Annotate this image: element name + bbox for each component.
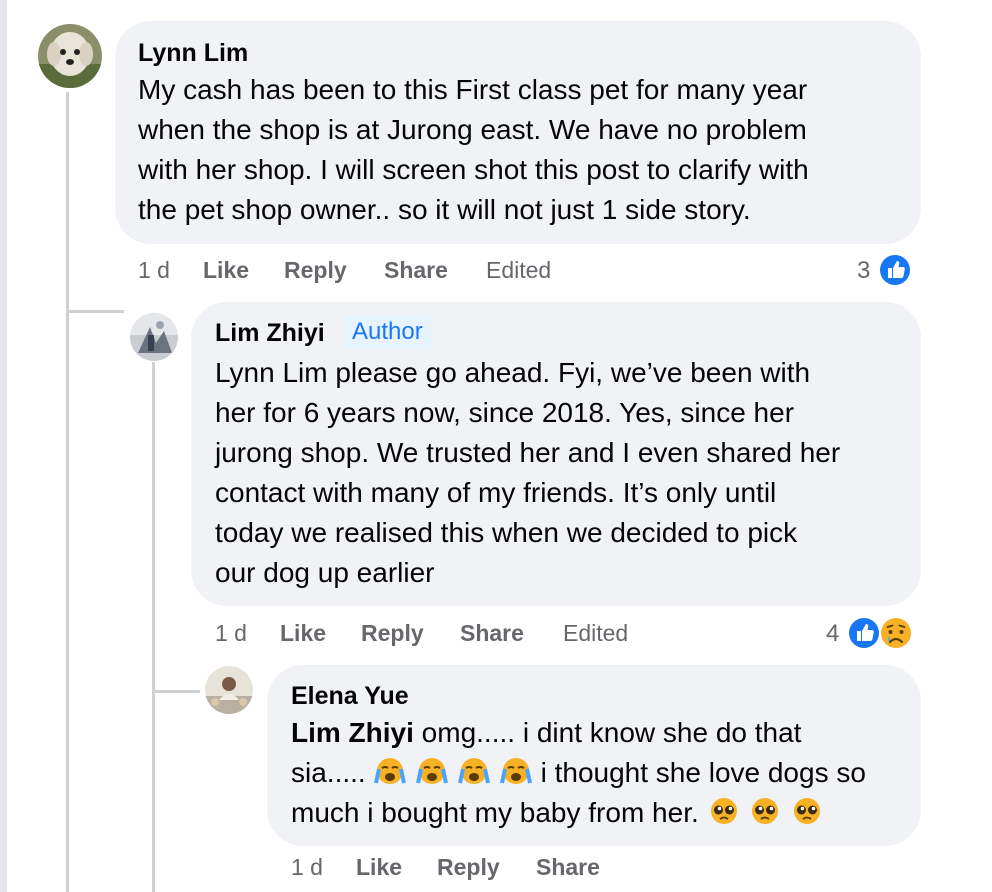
comment-text-line-1: Lim Zhiyi omg..... i dint know she do th…	[291, 713, 801, 753]
comment-text-line-2: sia..... i thought she love dogs so	[291, 753, 866, 793]
avatar-lynn-lim[interactable]	[38, 24, 102, 88]
sad-icon[interactable]	[878, 615, 914, 656]
like-button[interactable]: Like	[280, 619, 326, 647]
mention-link[interactable]: Lim Zhiyi	[291, 717, 414, 748]
share-button[interactable]: Share	[460, 619, 524, 647]
reaction-count[interactable]: 4	[826, 620, 839, 648]
comment-text: omg..... i dint know she do that	[413, 717, 802, 748]
comment-author-name[interactable]: Elena Yue	[291, 681, 409, 711]
comment-author-name[interactable]: Lynn Lim	[138, 38, 248, 68]
comment-text-line-6: our dog up earlier	[215, 557, 435, 588]
comment-text: much i bought my baby from her.	[291, 797, 707, 828]
comment-text-line-2: her for 6 years now, since 2018. Yes, si…	[215, 397, 795, 428]
comment-actions: 1 d Like Reply Share Edited	[138, 256, 838, 284]
thread-connector-reply-1	[66, 310, 124, 313]
like-icon[interactable]	[877, 252, 913, 293]
thread-connector-reply-2	[152, 690, 200, 693]
user-photo-icon	[130, 313, 178, 361]
reply-button[interactable]: Reply	[284, 256, 347, 284]
avatar-elena-yue[interactable]	[205, 666, 253, 714]
share-button[interactable]: Share	[384, 256, 448, 284]
share-button[interactable]: Share	[536, 853, 600, 881]
comment-author-name[interactable]: Lim Zhiyi	[215, 318, 325, 348]
reply-button[interactable]: Reply	[361, 619, 424, 647]
comment-text-line-3: much i bought my baby from her.	[291, 793, 824, 833]
dog-avatar-icon	[38, 24, 102, 88]
comment-timestamp[interactable]: 1 d	[215, 619, 247, 647]
avatar-lim-zhiyi[interactable]	[130, 313, 178, 361]
user-photo-icon	[205, 666, 253, 714]
author-badge: Author	[344, 315, 431, 349]
pleading-face-icon	[710, 798, 737, 824]
comment-text: sia.....	[291, 757, 374, 788]
loudly-crying-face-icon	[458, 758, 490, 784]
like-icon[interactable]	[846, 615, 882, 656]
comment-text: i thought she love dogs so	[540, 757, 866, 788]
loudly-crying-face-icon	[416, 758, 449, 784]
comment-text-line-4: the pet shop owner.. so it will not just…	[138, 194, 751, 225]
comment-timestamp[interactable]: 1 d	[138, 256, 170, 284]
comment-actions: 1 d Like Reply Share Edited	[215, 619, 815, 647]
loudly-crying-face-icon	[374, 758, 407, 784]
comment-text-line-1: Lynn Lim please go ahead. Fyi, we’ve bee…	[215, 357, 811, 388]
edited-label: Edited	[563, 620, 629, 646]
thread-line-reply	[152, 362, 155, 892]
like-button[interactable]: Like	[203, 256, 249, 284]
left-page-edge	[0, 0, 7, 892]
thread-line-main	[66, 92, 69, 892]
comment-text-line-2: when the shop is at Jurong east. We have…	[138, 114, 807, 145]
like-button[interactable]: Like	[356, 853, 402, 881]
reply-button[interactable]: Reply	[437, 853, 500, 881]
reaction-count[interactable]: 3	[857, 257, 870, 285]
comment-text-line-3: jurong shop. We trusted her and I even s…	[215, 437, 841, 468]
pleading-face-icon	[794, 798, 821, 824]
comment-text-line-5: today we realised this when we decided t…	[215, 517, 798, 548]
pleading-face-icon	[752, 798, 779, 824]
comment-timestamp[interactable]: 1 d	[291, 853, 323, 881]
edited-label: Edited	[486, 257, 552, 283]
comment-text-line-1: My cash has been to this First class pet…	[138, 74, 808, 105]
loudly-crying-face-icon	[499, 758, 532, 784]
comment-text-line-3: with her shop. I will screen shot this p…	[138, 154, 809, 185]
comment-actions: 1 d Like Reply Share	[291, 853, 791, 881]
emoji-group-pleading	[707, 797, 825, 828]
comment-text-line-4: contact with many of my friends. It’s on…	[215, 477, 777, 508]
emoji-group-crying	[373, 757, 540, 788]
